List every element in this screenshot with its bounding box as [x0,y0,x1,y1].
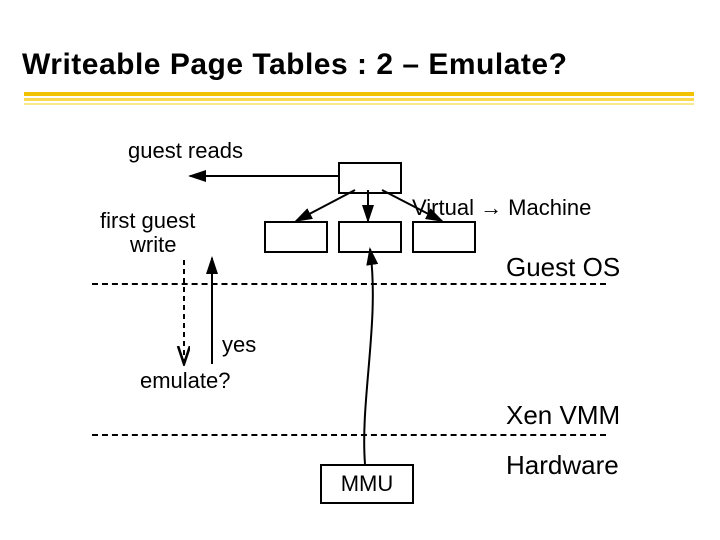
slide: Writeable Page Tables : 2 – Emulate? gue… [0,0,720,540]
arrows [0,0,720,540]
